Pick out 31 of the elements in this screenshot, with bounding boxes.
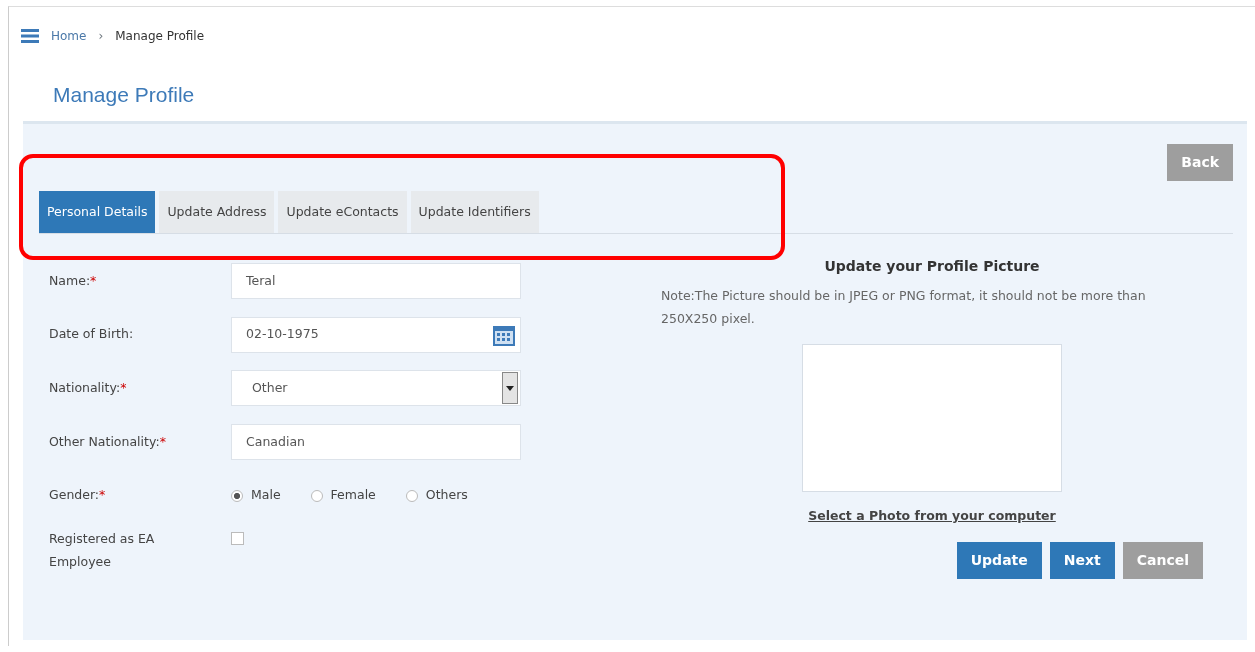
radio-button[interactable] xyxy=(405,489,418,502)
field-label: Gender:* xyxy=(49,486,107,505)
field-label: Other Nationality:* xyxy=(49,432,167,451)
checkbox[interactable] xyxy=(231,532,244,546)
radio-label: Others xyxy=(425,486,468,505)
dropdown[interactable]: Other xyxy=(231,370,521,407)
date-field[interactable]: 02-10-1975 xyxy=(231,316,521,353)
radio-label: Male xyxy=(251,486,281,505)
tab[interactable]: Personal Details xyxy=(39,190,156,234)
radio-button[interactable] xyxy=(310,489,323,502)
field-label: Registered as EA Employee xyxy=(49,530,156,571)
section-title: Update your Profile Picture xyxy=(823,257,1041,277)
tab[interactable]: Update Address xyxy=(159,190,275,234)
field-label: Date of Birth: xyxy=(49,325,135,344)
field-label: Name:* xyxy=(49,271,98,290)
breadcrumb-current: Manage Profile xyxy=(115,28,205,45)
radio-button[interactable] xyxy=(231,489,243,502)
field-label: Nationality:* xyxy=(49,378,128,397)
tab[interactable]: Update eContacts xyxy=(278,190,407,234)
note-text: Note:The Picture should be in JPEG or PNG format, it should not be more than 250X250 pixel. xyxy=(661,287,1147,328)
action-button[interactable]: Next xyxy=(1049,542,1115,579)
radio-label: Female xyxy=(330,486,376,505)
caret-icon[interactable] xyxy=(502,372,518,405)
breadcrumb-link[interactable]: Home xyxy=(51,27,87,45)
menu-icon[interactable] xyxy=(21,29,39,43)
action-button[interactable]: Update xyxy=(956,542,1042,579)
tab[interactable]: Update Identifiers xyxy=(410,190,539,234)
input-field[interactable]: Teral xyxy=(231,263,521,300)
select-photo-link[interactable]: Select a Photo from your computer xyxy=(808,508,1056,524)
input-field[interactable]: Canadian xyxy=(231,423,521,460)
breadcrumb-separator: › xyxy=(98,28,104,45)
